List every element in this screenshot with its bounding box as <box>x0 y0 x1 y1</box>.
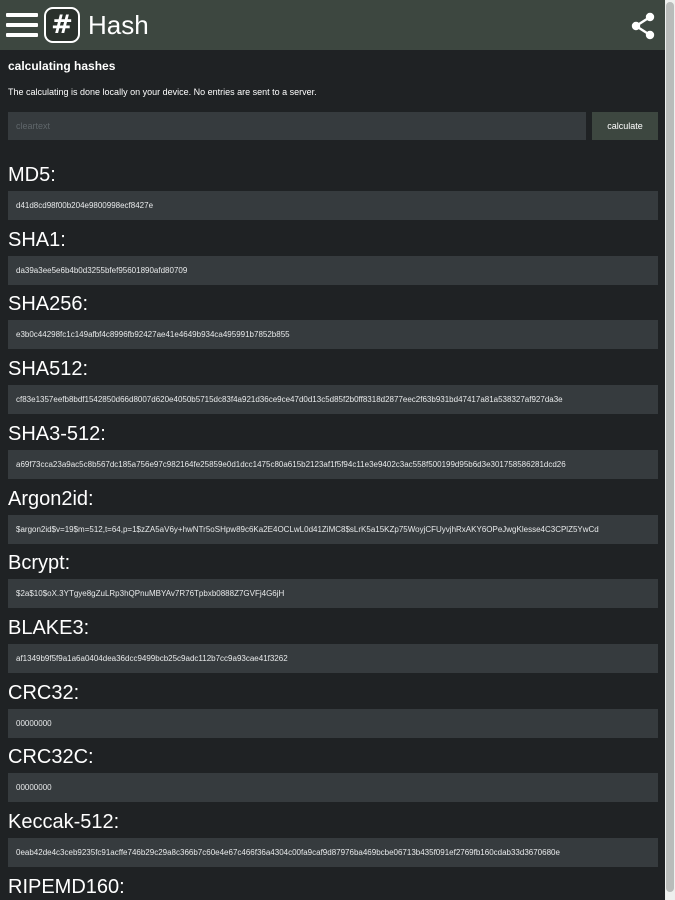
hash-result: Bcrypt: $2a$10$oX.3YTgye8gZuLRp3hQPnuMBYA… <box>0 551 665 616</box>
hash-output-field[interactable]: da39a3ee5e6b4b0d3255bfef95601890afd80709 <box>8 255 658 285</box>
hash-result: RIPEMD160: <box>0 875 665 900</box>
hash-algorithm-label: MD5: <box>8 164 56 186</box>
cleartext-input[interactable] <box>8 112 586 140</box>
hash-algorithm-label: SHA256: <box>8 293 89 316</box>
main-content: calculating hashes The calculating is do… <box>0 50 665 900</box>
hash-output-field[interactable]: $argon2id$v=19$m=512,t=64,p=1$zZA5aV6y+h… <box>8 514 658 544</box>
calculate-button[interactable]: calculate <box>592 112 658 140</box>
hash-algorithm-label: Argon2id: <box>8 487 94 510</box>
hash-algorithm-label: RIPEMD160: <box>8 875 125 898</box>
hash-algorithm-label: SHA3-512: <box>8 422 106 445</box>
hash-output-field[interactable]: af1349b9f5f9a1a6a0404dea36dcc9499bcb25c9… <box>8 643 658 673</box>
hamburger-menu-icon[interactable] <box>6 10 38 40</box>
menu-line <box>6 23 38 27</box>
scrollbar[interactable] <box>665 0 675 900</box>
hash-result: CRC32: 00000000 <box>0 681 665 746</box>
hash-algorithm-label: Keccak-512: <box>8 811 120 833</box>
hash-output-field[interactable]: 00000000 <box>8 708 658 738</box>
app-window: # Hash calculating hashes The calculatin… <box>0 0 675 900</box>
privacy-description: The calculating is done locally on your … <box>8 87 317 97</box>
scrollbar-thumb[interactable] <box>666 2 674 892</box>
hash-algorithm-label: CRC32: <box>8 681 80 704</box>
app-title: Hash <box>88 10 149 40</box>
hash-output-field[interactable]: $2a$10$oX.3YTgye8gZuLRp3hQPnuMBYAv7R76Tp… <box>8 579 658 609</box>
hash-result: BLAKE3: af1349b9f5f9a1a6a0404dea36dcc9499… <box>0 616 665 681</box>
hash-algorithm-label: Bcrypt: <box>8 552 71 575</box>
hash-output-field[interactable]: 00000000 <box>8 773 658 803</box>
menu-line <box>6 13 38 17</box>
share-icon[interactable] <box>629 12 657 40</box>
hash-output-field[interactable]: cf83e1357eefb8bdf1542850d66d8007d620e405… <box>8 385 658 415</box>
hash-algorithm-label: SHA512: <box>8 358 89 381</box>
hash-algorithm-label: CRC32C: <box>8 746 94 769</box>
hash-output-field[interactable]: d41d8cd98f00b204e9800998ecf8427e <box>8 191 658 220</box>
hash-algorithm-label: SHA1: <box>8 228 66 251</box>
hash-output-field[interactable]: a69f73cca23a9ac5c8b567dc185a756e97c98216… <box>8 449 658 479</box>
hash-result: SHA512: cf83e1357eefb8bdf1542850d66d8007d… <box>0 357 665 422</box>
section-title: calculating hashes <box>8 59 116 73</box>
hash-output-field[interactable]: 0eab42de4c3ceb9235fc91acffe746b29c29a8c3… <box>8 838 658 867</box>
hash-result: Argon2id: $argon2id$v=19$m=512,t=64,p=1$z… <box>0 487 665 552</box>
hash-result: SHA1: da39a3ee5e6b4b0d3255bfef95601890afd… <box>0 228 665 293</box>
top-app-bar: # Hash <box>0 0 665 50</box>
menu-line <box>6 33 38 37</box>
hash-result: SHA3-512: a69f73cca23a9ac5c8b567dc185a756… <box>0 422 665 487</box>
hash-output-field[interactable]: e3b0c44298fc1c149afbf4c8996fb92427ae41e4… <box>8 320 658 350</box>
hash-algorithm-label: BLAKE3: <box>8 616 90 639</box>
hash-result: CRC32C: 00000000 <box>0 745 665 810</box>
hash-result: MD5: d41d8cd98f00b204e9800998ecf8427e <box>0 163 665 228</box>
hash-logo-icon: # <box>44 7 80 43</box>
hash-result: SHA256: e3b0c44298fc1c149afbf4c8996fb9242… <box>0 292 665 357</box>
hash-result: Keccak-512: 0eab42de4c3ceb9235fc91acffe74… <box>0 810 665 875</box>
